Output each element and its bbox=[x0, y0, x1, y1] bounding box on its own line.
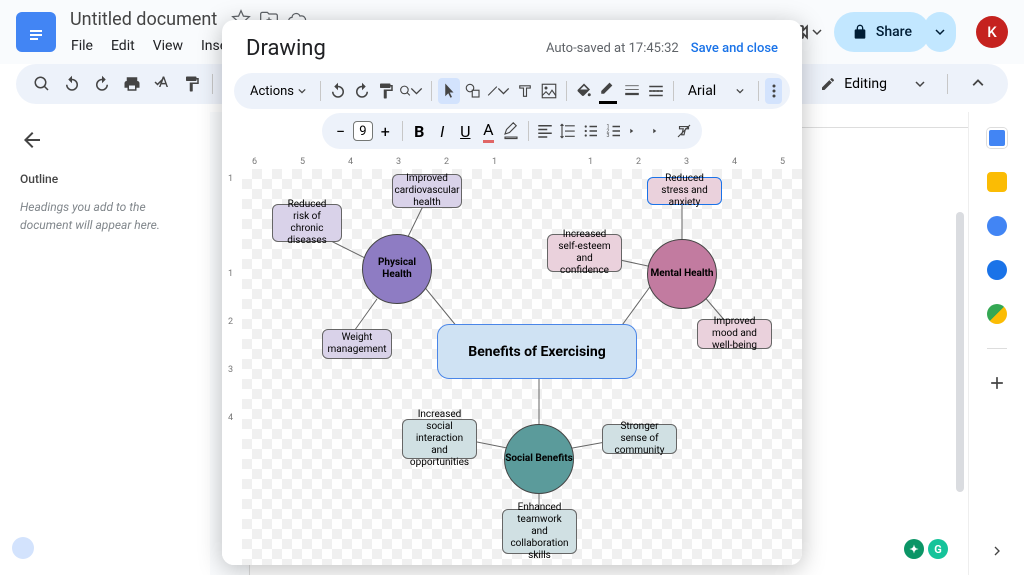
mental-node-3[interactable]: Improved mood and well-being bbox=[697, 319, 772, 349]
calendar-icon[interactable] bbox=[987, 128, 1007, 148]
print-icon[interactable] bbox=[118, 70, 146, 98]
bullet-list-icon[interactable] bbox=[581, 118, 602, 144]
social-benefits-node[interactable]: Social Benefits bbox=[504, 424, 574, 494]
add-icon[interactable] bbox=[987, 373, 1007, 393]
docs-logo[interactable] bbox=[16, 12, 56, 52]
svg-text:3: 3 bbox=[607, 133, 610, 139]
line-tool-icon[interactable] bbox=[486, 78, 512, 104]
editing-mode-button[interactable]: Editing bbox=[810, 72, 935, 96]
share-button[interactable]: Share bbox=[834, 12, 930, 52]
explore-button[interactable] bbox=[12, 537, 34, 559]
highlight-icon[interactable] bbox=[501, 118, 522, 144]
select-tool-icon[interactable] bbox=[438, 78, 460, 104]
image-icon[interactable] bbox=[538, 78, 560, 104]
side-panel-collapse-icon[interactable] bbox=[989, 543, 1005, 559]
drawing-canvas[interactable]: 6 5 4 3 2 1 1 2 3 4 5 1 1 2 3 4 bbox=[222, 153, 802, 565]
collapse-toolbar-button[interactable] bbox=[960, 70, 996, 98]
physical-node-2[interactable]: Improved cardiovascular health bbox=[392, 174, 462, 208]
actions-menu[interactable]: Actions bbox=[242, 82, 314, 101]
scrollbar[interactable] bbox=[956, 212, 964, 532]
decrease-font-icon[interactable]: − bbox=[330, 118, 351, 144]
menu-view[interactable]: View bbox=[146, 34, 190, 58]
ruler-horizontal: 6 5 4 3 2 1 1 2 3 4 5 bbox=[242, 153, 802, 169]
pencil-icon bbox=[820, 76, 836, 92]
increase-font-icon[interactable]: + bbox=[375, 118, 396, 144]
outline-panel: Outline Headings you add to the document… bbox=[0, 112, 210, 575]
clear-format-icon[interactable] bbox=[673, 118, 694, 144]
share-dropdown[interactable] bbox=[924, 12, 956, 52]
border-dash-icon[interactable] bbox=[645, 78, 667, 104]
line-spacing-icon[interactable] bbox=[558, 118, 579, 144]
physical-node-3[interactable]: Weight management bbox=[322, 329, 392, 359]
chevron-down-icon[interactable] bbox=[812, 27, 822, 37]
mindmap-center[interactable]: Benefits of Exercising bbox=[437, 324, 637, 379]
physical-health-node[interactable]: Physical Health bbox=[362, 234, 432, 304]
paint-format-icon[interactable] bbox=[178, 70, 206, 98]
align-icon[interactable] bbox=[535, 118, 556, 144]
font-size-input[interactable]: 9 bbox=[353, 121, 373, 141]
mental-node-2-selected[interactable]: Reduced stress and anxiety bbox=[647, 177, 722, 205]
paint-format-icon[interactable] bbox=[375, 78, 397, 104]
italic-icon[interactable]: I bbox=[432, 118, 453, 144]
indent-decrease-icon[interactable] bbox=[627, 118, 648, 144]
mental-health-node[interactable]: Mental Health bbox=[647, 239, 717, 309]
redo-icon[interactable] bbox=[351, 78, 373, 104]
tasks-icon[interactable] bbox=[987, 216, 1007, 236]
zoom-tool-icon[interactable] bbox=[399, 78, 425, 104]
fill-color-icon[interactable] bbox=[573, 78, 595, 104]
doc-title[interactable]: Untitled document bbox=[64, 7, 223, 32]
menu-file[interactable]: File bbox=[64, 34, 100, 58]
text-format-toolbar: − 9 + B I U A 123 bbox=[322, 113, 702, 149]
grammarly-badge[interactable]: ✦ bbox=[904, 539, 924, 559]
lock-icon bbox=[852, 24, 868, 40]
contacts-icon[interactable] bbox=[987, 260, 1007, 280]
drawing-toolbar: Actions Arial bbox=[234, 73, 790, 109]
numbered-list-icon[interactable]: 123 bbox=[604, 118, 625, 144]
modal-title: Drawing bbox=[246, 36, 326, 61]
physical-node-1[interactable]: Reduced risk of chronic diseases bbox=[272, 204, 342, 242]
outline-hint: Headings you add to the document will ap… bbox=[20, 198, 190, 234]
social-node-2[interactable]: Stronger sense of community bbox=[602, 424, 677, 454]
autosave-text: Auto-saved at 17:45:32 bbox=[546, 41, 679, 56]
mental-node-1[interactable]: Increased self-esteem and confidence bbox=[547, 234, 622, 272]
drawing-modal: Drawing Auto-saved at 17:45:32 Save and … bbox=[222, 20, 802, 565]
undo-icon[interactable] bbox=[58, 70, 86, 98]
redo-icon[interactable] bbox=[88, 70, 116, 98]
account-avatar[interactable]: K bbox=[976, 16, 1008, 48]
spellcheck-icon[interactable] bbox=[148, 70, 176, 98]
back-arrow-icon[interactable] bbox=[20, 128, 44, 152]
bold-icon[interactable]: B bbox=[409, 118, 430, 144]
grammarly-badge-2[interactable]: G bbox=[928, 539, 948, 559]
menu-edit[interactable]: Edit bbox=[104, 34, 142, 58]
social-node-3[interactable]: Enhanced teamwork and collaboration skil… bbox=[502, 509, 577, 554]
text-box-icon[interactable] bbox=[514, 78, 536, 104]
side-panel bbox=[968, 112, 1024, 575]
underline-icon[interactable]: U bbox=[455, 118, 476, 144]
shape-tool-icon[interactable] bbox=[462, 78, 484, 104]
indent-increase-icon[interactable] bbox=[650, 118, 671, 144]
outline-title: Outline bbox=[20, 172, 190, 186]
maps-icon[interactable] bbox=[987, 304, 1007, 324]
text-color-icon[interactable]: A bbox=[478, 118, 499, 144]
search-icon[interactable] bbox=[28, 70, 56, 98]
social-node-1[interactable]: Increased social interaction and opportu… bbox=[402, 419, 477, 459]
ruler-vertical: 1 1 2 3 4 bbox=[222, 169, 242, 565]
border-color-icon[interactable] bbox=[597, 78, 619, 104]
border-weight-icon[interactable] bbox=[621, 78, 643, 104]
more-options-icon[interactable] bbox=[765, 78, 782, 104]
keep-icon[interactable] bbox=[987, 172, 1007, 192]
undo-icon[interactable] bbox=[327, 78, 349, 104]
save-and-close-button[interactable]: Save and close bbox=[691, 41, 778, 56]
font-family-select[interactable]: Arial bbox=[680, 83, 752, 99]
